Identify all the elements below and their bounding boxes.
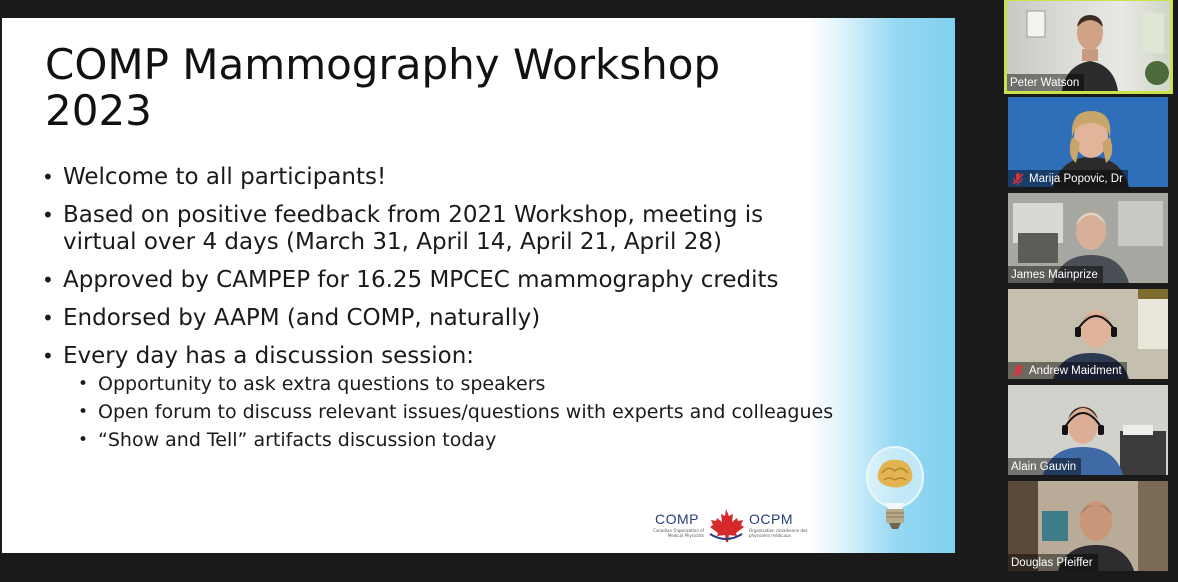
participant-name-tag: Douglas Pfeiffer <box>1008 554 1098 571</box>
slide-title: COMP Mammography Workshop 2023 <box>45 40 721 135</box>
logo-french-subtitle: Organisation canadienne des physiciens m… <box>749 528 808 538</box>
logo-english-subtitle: Canadian Organization of Medical Physici… <box>653 528 704 538</box>
bullet-item: Welcome to all participants! <box>42 164 842 191</box>
maple-leaf-icon <box>709 509 744 542</box>
sub-bullet-list: Opportunity to ask extra questions to sp… <box>63 373 842 452</box>
bullet-list: Welcome to all participants! Based on po… <box>42 164 842 463</box>
sub-bullet-item: Open forum to discuss relevant issues/qu… <box>78 401 842 424</box>
bullet-item: Endorsed by AAPM (and COMP, naturally) <box>42 305 842 332</box>
video-tile-alain-gauvin[interactable]: Alain Gauvin <box>1008 385 1168 475</box>
participant-name-tag: Marija Popovic, Dr <box>1008 170 1128 187</box>
logo-comp-text: COMP <box>655 511 699 527</box>
participant-name: Marija Popovic, Dr <box>1029 172 1123 185</box>
participant-name-tag: Andrew Maidment <box>1008 362 1127 379</box>
participant-name-tag: James Mainprize <box>1008 266 1103 283</box>
video-tile-peter-watson[interactable]: Peter Watson <box>1004 0 1173 94</box>
bullet-item: Based on positive feedback from 2021 Wor… <box>42 202 842 256</box>
comp-ocpm-logo: COMP OCPM Canadian Organization of Medic… <box>642 508 822 548</box>
participant-name: Andrew Maidment <box>1029 364 1122 377</box>
participant-name: Douglas Pfeiffer <box>1011 556 1093 569</box>
presentation-slide: COMP Mammography Workshop 2023 Welcome t… <box>2 18 955 553</box>
muted-mic-icon <box>1012 172 1024 185</box>
video-tile-james-mainprize[interactable]: James Mainprize <box>1008 193 1168 283</box>
participant-name: Alain Gauvin <box>1011 460 1077 473</box>
muted-mic-icon <box>1012 364 1024 377</box>
participant-name: Peter Watson <box>1010 76 1080 89</box>
sub-bullet-item: Opportunity to ask extra questions to sp… <box>78 373 842 396</box>
bullet-item-text: Every day has a discussion session: <box>63 343 475 369</box>
participant-name-tag: Peter Watson <box>1007 74 1085 91</box>
bullet-item-with-sublist: Every day has a discussion session: Oppo… <box>42 343 842 452</box>
video-tile-douglas-pfeiffer[interactable]: Douglas Pfeiffer <box>1008 481 1168 571</box>
video-tile-andrew-maidment[interactable]: Andrew Maidment <box>1008 289 1168 379</box>
participant-name-tag: Alain Gauvin <box>1008 458 1082 475</box>
sub-bullet-item: “Show and Tell” artifacts discussion tod… <box>78 429 842 452</box>
logo-ocpm-text: OCPM <box>749 511 793 527</box>
video-tile-marija-popovic[interactable]: Marija Popovic, Dr <box>1008 97 1168 187</box>
bullet-item: Approved by CAMPEP for 16.25 MPCEC mammo… <box>42 267 842 294</box>
participant-name: James Mainprize <box>1011 268 1098 281</box>
lightbulb-brain-icon <box>866 446 924 529</box>
